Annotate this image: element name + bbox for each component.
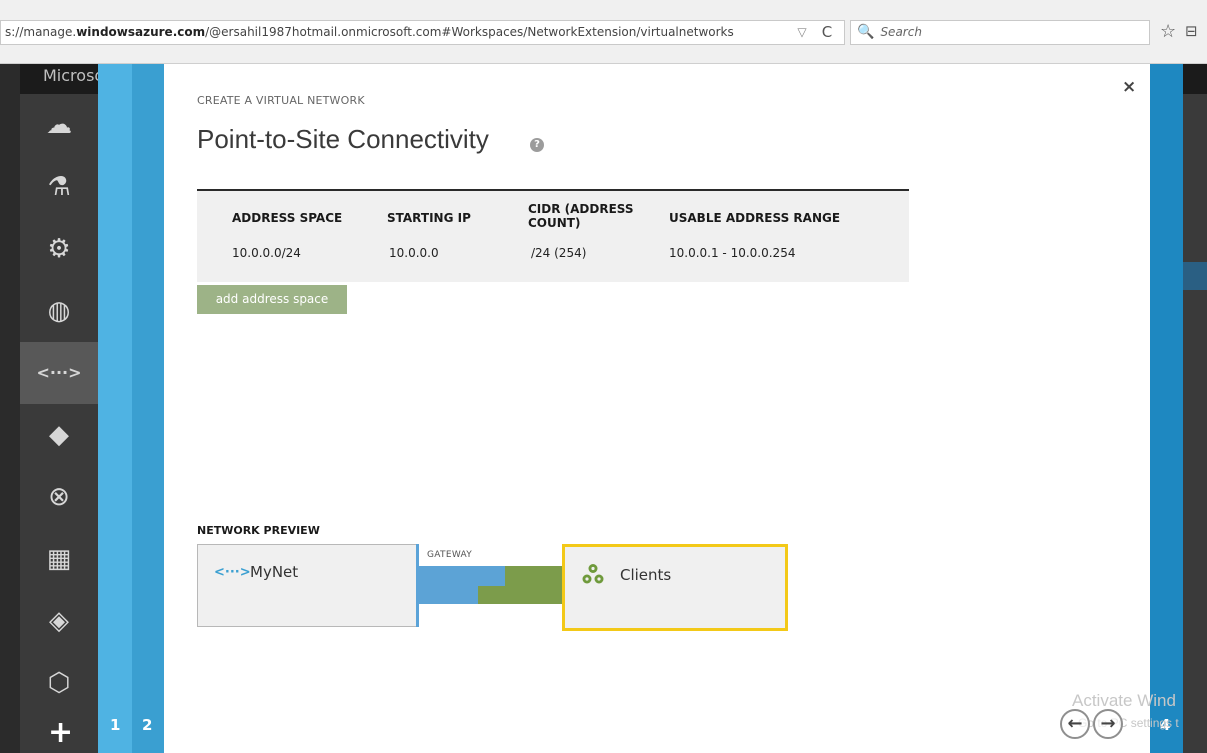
wizard-step-4-rail[interactable] (1150, 64, 1183, 753)
activation-watermark-title: Activate Wind (1072, 691, 1176, 710)
add-address-space-button[interactable]: add address space (197, 285, 347, 314)
cell-cidr[interactable]: /24 (254) (531, 246, 586, 260)
close-icon[interactable]: × (1122, 77, 1136, 97)
network-preview-clients (562, 544, 788, 631)
address-space-table: ADDRESS SPACE STARTING IP CIDR (ADDRESS … (197, 189, 909, 282)
wizard-dialog (164, 64, 1150, 753)
reading-list-icon[interactable]: ⊟ (1185, 22, 1198, 40)
gateway-link-green (505, 566, 563, 604)
back-arrow-icon[interactable]: ← (1060, 709, 1090, 739)
network-preview-mynet (197, 544, 417, 627)
sidebar-item-networks[interactable]: <···> (20, 342, 98, 404)
url-dropdown-icon[interactable]: ▽ (792, 22, 812, 42)
reload-icon[interactable]: C (817, 22, 837, 42)
wizard-step-1-rail[interactable] (98, 64, 132, 753)
network-preview-label: NETWORK PREVIEW (197, 524, 320, 537)
sidebar-item-traffic-manager[interactable]: ◆ (20, 404, 98, 466)
sidebar-item-machine-learning[interactable]: ⚗ (20, 156, 98, 218)
next-arrow-icon[interactable]: → (1093, 709, 1123, 739)
sidebar-item-management-services[interactable]: ▦ (20, 528, 98, 590)
sidebar-item-cloud-service[interactable]: ☁ (20, 94, 98, 156)
virtual-network-icon: <···> (214, 565, 251, 580)
clients-label: Clients (620, 566, 672, 584)
wizard-step-2-rail[interactable] (132, 64, 164, 753)
col-header-usable-range: USABLE ADDRESS RANGE (669, 211, 841, 225)
network-name: MyNet (250, 563, 299, 581)
url-bar[interactable]: s://manage.windowsazure.com/@ersahil1987… (0, 20, 845, 45)
new-button[interactable]: + (48, 715, 73, 750)
page-title: Point-to-Site Connectivity (197, 124, 489, 154)
cell-starting-ip[interactable]: 10.0.0.0 (389, 246, 439, 260)
col-header-cidr-line1: CIDR (ADDRESS (528, 202, 634, 216)
gateway-label: GATEWAY (427, 550, 473, 560)
sidebar-item-marketplace[interactable]: ⬡ (20, 652, 98, 714)
url-domain: windowsazure.com (76, 25, 206, 39)
sidebar-item-remoteapp[interactable]: ⊗ (20, 466, 98, 528)
cell-usable-range: 10.0.0.1 - 10.0.0.254 (669, 246, 796, 260)
col-header-address-space: ADDRESS SPACE (232, 211, 343, 225)
gateway-link-green-step (478, 586, 508, 604)
url-path: /@ersahil1987hotmail.onmicrosoft.com#Wor… (205, 25, 734, 39)
portal-right-highlight (1183, 262, 1207, 290)
sidebar-item-active-directory[interactable]: ◈ (20, 590, 98, 652)
wizard-step-1[interactable]: 1 (110, 716, 120, 734)
clients-icon (582, 564, 604, 584)
bookmark-star-icon[interactable]: ☆ (1160, 21, 1176, 42)
sidebar-item-operational-insights[interactable]: ◍ (20, 280, 98, 342)
help-icon[interactable]: ? (530, 138, 544, 152)
search-icon: 🔍 (857, 24, 875, 40)
wizard-step-2[interactable]: 2 (142, 716, 152, 734)
search-placeholder: Search (880, 25, 922, 39)
col-header-cidr-line2: COUNT) (528, 216, 581, 230)
sidebar-item-stream-analytics[interactable]: ⚙ (20, 218, 98, 280)
portal-right-panel (1183, 94, 1207, 753)
search-input[interactable]: 🔍 Search (850, 20, 1150, 45)
url-prefix: s://manage. (5, 25, 77, 39)
portal-brand: Microso (43, 66, 105, 85)
col-header-starting-ip: STARTING IP (387, 211, 471, 225)
wizard-caption: CREATE A VIRTUAL NETWORK (197, 94, 365, 107)
col-header-cidr: CIDR (ADDRESS COUNT) (528, 202, 634, 230)
cell-address-space[interactable]: 10.0.0.0/24 (232, 246, 301, 260)
